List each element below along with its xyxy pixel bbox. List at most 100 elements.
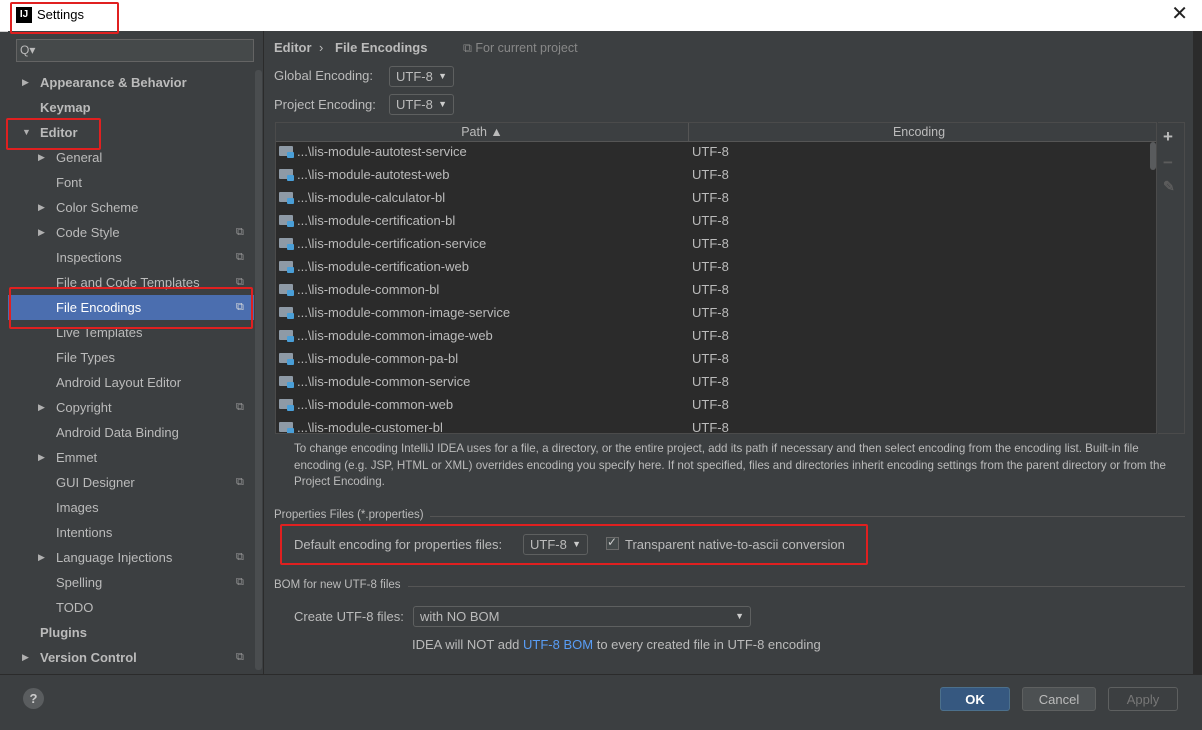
window-title: Settings [37, 7, 84, 22]
sidebar-item[interactable]: Plugins [40, 620, 87, 645]
table-row[interactable]: ...\lis-module-certification-service UTF-… [276, 232, 1148, 255]
chevron-right-icon[interactable]: ▶ [38, 445, 45, 470]
chevron-right-icon[interactable]: ▶ [38, 545, 45, 570]
project-scope-icon: ⧉ [236, 401, 244, 413]
chevron-right-icon[interactable]: ▶ [38, 220, 45, 245]
sidebar-item[interactable]: Inspections [56, 245, 122, 270]
apply-button[interactable]: Apply [1108, 687, 1178, 711]
table-row[interactable]: ...\lis-module-common-service UTF-8 [276, 370, 1148, 393]
cell-encoding[interactable]: UTF-8 [692, 324, 729, 347]
sidebar-item[interactable]: Live Templates [56, 320, 142, 345]
sidebar-item-label: Language Injections [56, 550, 173, 565]
sidebar-item-label: Emmet [56, 450, 98, 465]
cell-encoding[interactable]: UTF-8 [692, 278, 729, 301]
cell-encoding[interactable]: UTF-8 [692, 301, 729, 324]
chevron-right-icon[interactable]: ▶ [22, 645, 29, 670]
column-header-path[interactable]: Path ▲ [276, 123, 689, 141]
table-row[interactable]: ...\lis-module-customer-bl UTF-8 [276, 416, 1148, 433]
chevron-right-icon[interactable]: ▶ [38, 145, 45, 170]
table-row[interactable]: ...\lis-module-common-web UTF-8 [276, 393, 1148, 416]
table-scrollbar[interactable] [1150, 142, 1156, 170]
sidebar-item[interactable]: Language Injections [56, 545, 172, 570]
ok-button[interactable]: OK [940, 687, 1010, 711]
sidebar-item[interactable]: Editor [40, 120, 78, 145]
sidebar-item[interactable]: Emmet [56, 445, 97, 470]
sidebar-item[interactable]: Code Style [56, 220, 120, 245]
cell-encoding[interactable]: UTF-8 [692, 370, 729, 393]
cell-encoding[interactable]: UTF-8 [692, 140, 729, 163]
cell-path: ...\lis-module-common-image-service [297, 305, 511, 320]
sidebar-item[interactable]: General [56, 145, 102, 170]
table-row[interactable]: ...\lis-module-certification-web UTF-8 [276, 255, 1148, 278]
properties-encoding-select[interactable]: UTF-8 ▼ [523, 534, 588, 555]
cell-encoding[interactable]: UTF-8 [692, 186, 729, 209]
sidebar-item-label: Spelling [56, 575, 103, 590]
table-row[interactable]: ...\lis-module-autotest-web UTF-8 [276, 163, 1148, 186]
folder-icon [279, 261, 294, 273]
cell-path: ...\lis-module-certification-web [297, 259, 469, 274]
folder-icon [279, 238, 294, 250]
cell-encoding[interactable]: UTF-8 [692, 232, 729, 255]
sidebar-item[interactable]: TODO [56, 595, 93, 620]
sidebar-scrollbar[interactable] [255, 70, 262, 670]
sidebar-item[interactable]: File and Code Templates [56, 270, 200, 295]
add-icon[interactable]: + [1163, 127, 1173, 147]
project-encoding-value: UTF-8 [396, 97, 433, 112]
intellij-app-icon: IJ [16, 7, 32, 23]
sidebar-item[interactable]: Copyright [56, 395, 112, 420]
sidebar-item[interactable]: Android Layout Editor [56, 370, 181, 395]
cell-encoding[interactable]: UTF-8 [692, 209, 729, 232]
cell-encoding[interactable]: UTF-8 [692, 347, 729, 370]
sidebar-item[interactable]: Spelling [56, 570, 102, 595]
folder-icon [279, 399, 294, 411]
cell-encoding[interactable]: UTF-8 [692, 255, 729, 278]
cancel-button[interactable]: Cancel [1022, 687, 1096, 711]
bom-section-divider [408, 586, 1185, 587]
table-row[interactable]: ...\lis-module-calculator-bl UTF-8 [276, 186, 1148, 209]
checkmark-icon: ✓ [607, 535, 618, 549]
transparent-conversion-checkbox[interactable]: ✓ [606, 535, 619, 550]
table-row[interactable]: ...\lis-module-common-pa-bl UTF-8 [276, 347, 1148, 370]
sidebar-item[interactable]: Android Data Binding [56, 420, 179, 445]
sidebar-item[interactable]: Appearance & Behavior [40, 70, 187, 95]
sidebar-item[interactable]: GUI Designer [56, 470, 135, 495]
folder-icon [279, 146, 294, 158]
chevron-right-icon[interactable]: ▶ [38, 195, 45, 220]
cell-path: ...\lis-module-certification-bl [297, 213, 456, 228]
encoding-table[interactable]: Path ▲ Encoding ...\lis-module-autotest-… [275, 122, 1157, 434]
transparent-conversion-label[interactable]: Transparent native-to-ascii conversion [625, 537, 845, 552]
cell-encoding[interactable]: UTF-8 [692, 163, 729, 186]
properties-encoding-value: UTF-8 [530, 537, 567, 552]
bom-select[interactable]: with NO BOM ▼ [413, 606, 751, 627]
sidebar-item[interactable]: Keymap [40, 95, 91, 120]
project-encoding-label: Project Encoding: [274, 97, 376, 112]
table-row[interactable]: ...\lis-module-common-image-service UTF-8 [276, 301, 1148, 324]
search-input[interactable] [16, 39, 254, 62]
sidebar-item[interactable]: Images [56, 495, 99, 520]
remove-icon[interactable]: − [1163, 153, 1173, 173]
project-encoding-select[interactable]: UTF-8 ▼ [389, 94, 454, 115]
cell-encoding[interactable]: UTF-8 [692, 393, 729, 416]
edit-icon[interactable]: ✎ [1163, 178, 1175, 195]
utf8-bom-link[interactable]: UTF-8 BOM [523, 637, 593, 652]
chevron-right-icon[interactable]: ▶ [38, 395, 45, 420]
table-row[interactable]: ...\lis-module-common-bl UTF-8 [276, 278, 1148, 301]
table-row[interactable]: ...\lis-module-autotest-service UTF-8 [276, 140, 1148, 163]
close-icon[interactable]: ✕ [1171, 4, 1188, 24]
help-button[interactable]: ? [23, 688, 44, 709]
table-row[interactable]: ...\lis-module-certification-bl UTF-8 [276, 209, 1148, 232]
global-encoding-select[interactable]: UTF-8 ▼ [389, 66, 454, 87]
table-row[interactable]: ...\lis-module-common-image-web UTF-8 [276, 324, 1148, 347]
sidebar-item[interactable]: Intentions [56, 520, 112, 545]
sidebar-item[interactable]: Font [56, 170, 82, 195]
cell-encoding[interactable]: UTF-8 [692, 416, 729, 433]
sidebar-item[interactable]: Version Control [40, 645, 137, 670]
sidebar-item[interactable]: File Types [56, 345, 115, 370]
bom-section-title: BOM for new UTF-8 files [274, 579, 401, 591]
chevron-down-icon[interactable]: ▼ [22, 120, 31, 145]
breadcrumb-parent[interactable]: Editor [274, 40, 312, 55]
sidebar-item[interactable]: Color Scheme [56, 195, 138, 220]
sidebar-item[interactable]: File Encodings [56, 295, 141, 320]
chevron-right-icon[interactable]: ▶ [22, 70, 29, 95]
column-header-encoding[interactable]: Encoding [689, 123, 1149, 141]
